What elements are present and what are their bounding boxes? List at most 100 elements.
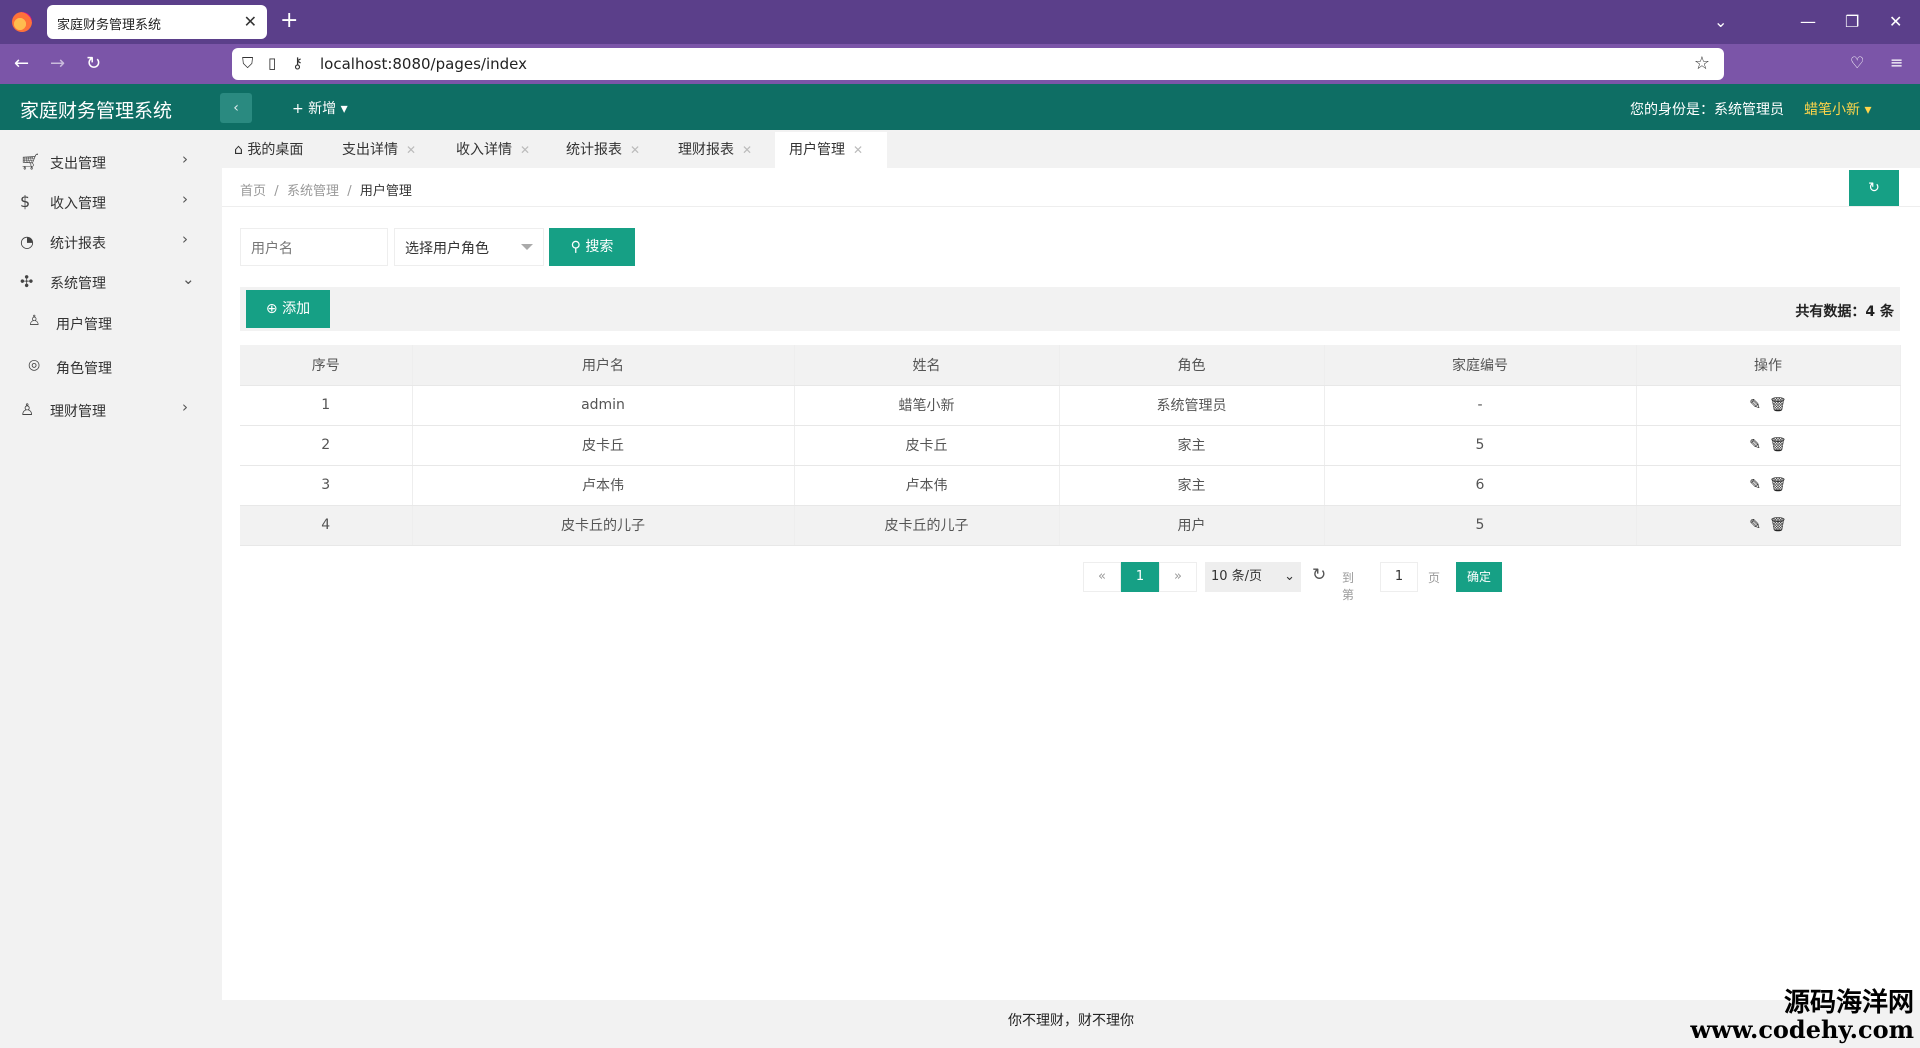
delete-icon[interactable]: 🗑︎	[1769, 437, 1787, 453]
table-cell: -	[1324, 385, 1637, 426]
minimize-icon[interactable]: —	[1800, 12, 1816, 31]
edit-icon[interactable]: ✎	[1749, 397, 1761, 413]
table-cell: 蜡笔小新	[794, 385, 1060, 426]
sidebar-item-income[interactable]: $ 收入管理 ›	[0, 182, 208, 220]
tab-expense-detail[interactable]: 支出详情 ✕	[342, 132, 416, 168]
tab-user-management[interactable]: 用户管理 ✕	[775, 132, 887, 168]
search-button-label: 搜索	[585, 239, 614, 255]
sidebar-item-system[interactable]: ✣ 系统管理 ⌄	[0, 262, 208, 300]
col-header[interactable]: 用户名	[412, 345, 795, 386]
col-header[interactable]: 姓名	[794, 345, 1060, 386]
delete-icon[interactable]: 🗑︎	[1769, 397, 1787, 413]
browser-tabbar: 家庭财务管理系统 ✕ + ⌄ — ❐ ✕	[0, 0, 1920, 44]
page-size-select[interactable]: 10 条/页 ⌄	[1205, 562, 1301, 592]
goto-page-input[interactable]: 1	[1380, 562, 1418, 592]
delete-icon[interactable]: 🗑︎	[1769, 517, 1787, 533]
back-icon[interactable]: ←	[14, 53, 29, 74]
url-text[interactable]: localhost:8080/pages/index	[320, 55, 527, 73]
user-table: 序号 用户名 姓名 角色 家庭编号 操作 1 admin 蜡笔小新 系统管理员 …	[240, 345, 1901, 546]
role-icon: ◎	[28, 357, 41, 373]
delete-icon[interactable]: 🗑︎	[1769, 477, 1787, 493]
role-select[interactable]: 选择用户角色	[394, 228, 544, 266]
key-icon[interactable]: ⚷	[292, 54, 303, 72]
tab-finance-report[interactable]: 理财报表 ✕	[678, 132, 752, 168]
user-menu[interactable]: 蜡笔小新 ▾	[1804, 99, 1871, 119]
close-icon[interactable]: ✕	[742, 143, 752, 157]
table-cell: 皮卡丘	[794, 425, 1060, 466]
reload-icon[interactable]: ↻	[86, 53, 101, 74]
divider	[222, 206, 1920, 207]
plus-circle-icon: ⊕	[265, 301, 278, 317]
shield-icon[interactable]: ⛉	[242, 54, 253, 72]
edit-icon[interactable]: ✎	[1749, 477, 1761, 493]
refresh-button[interactable]: ↻	[1849, 170, 1899, 206]
edit-icon[interactable]: ✎	[1749, 517, 1761, 533]
table-row[interactable]: 1 admin 蜡笔小新 系统管理员 - ✎ 🗑︎	[240, 385, 1901, 426]
close-icon[interactable]: ✕	[244, 12, 257, 31]
restore-icon[interactable]: ❐	[1845, 12, 1859, 31]
breadcrumb-current: 用户管理	[359, 184, 412, 199]
close-icon[interactable]: ✕	[520, 143, 530, 157]
chevron-right-icon: ›	[182, 398, 188, 416]
tab-report[interactable]: 统计报表 ✕	[566, 132, 640, 168]
search-button[interactable]: ⚲ 搜索	[549, 228, 635, 266]
add-button-label: 添加	[282, 301, 311, 317]
sidebar-item-label: 支出管理	[50, 156, 106, 172]
sidebar-item-finance[interactable]: ♙ 理财管理 ›	[0, 390, 208, 428]
chevron-down-icon[interactable]: ⌄	[1714, 12, 1727, 31]
tab-desktop[interactable]: ⌂ 我的桌面	[234, 132, 303, 168]
table-actions: ✎ 🗑︎	[1636, 385, 1901, 426]
close-icon[interactable]: ✕	[406, 143, 416, 157]
table-actions: ✎ 🗑︎	[1636, 505, 1901, 546]
menu-icon[interactable]: ≡	[1890, 53, 1903, 72]
table-cell: 4	[240, 505, 413, 546]
col-header[interactable]: 家庭编号	[1324, 345, 1637, 386]
sidebar-item-report[interactable]: ◔ 统计报表 ›	[0, 222, 208, 260]
breadcrumb-section[interactable]: 系统管理	[287, 184, 339, 199]
table-cell: 家主	[1059, 465, 1325, 506]
prev-page-button[interactable]: «	[1083, 562, 1121, 592]
table-cell: 用户	[1059, 505, 1325, 546]
table-row[interactable]: 2 皮卡丘 皮卡丘 家主 5 ✎ 🗑︎	[240, 425, 1901, 466]
collapse-sidebar-button[interactable]: ‹	[220, 93, 252, 123]
tab-label: 统计报表	[566, 142, 622, 158]
page-icon: ▯	[268, 54, 277, 72]
add-user-button[interactable]: ⊕ 添加	[246, 290, 330, 328]
new-tab-button[interactable]: +	[280, 8, 298, 33]
breadcrumb-home[interactable]: 首页	[240, 184, 266, 199]
col-header[interactable]: 角色	[1059, 345, 1325, 386]
goto-confirm-button[interactable]: 确定	[1456, 562, 1502, 592]
chevron-left-icon: ‹	[233, 100, 239, 116]
person-icon: ♙	[20, 400, 35, 419]
col-header[interactable]: 序号	[240, 345, 413, 386]
username-search-input[interactable]: 用户名	[240, 228, 388, 266]
table-cell: 6	[1324, 465, 1637, 506]
url-bar[interactable]: ⛉ ▯ ⚷ localhost:8080/pages/index ☆	[232, 48, 1724, 80]
forward-icon[interactable]: →	[50, 53, 65, 74]
page-size-value: 10 条/页	[1211, 569, 1263, 584]
pocket-icon[interactable]: ♡	[1850, 53, 1864, 72]
edit-icon[interactable]: ✎	[1749, 437, 1761, 453]
sidebar-item-label: 统计报表	[50, 236, 106, 252]
tab-income-detail[interactable]: 收入详情 ✕	[456, 132, 530, 168]
refresh-icon[interactable]: ↻	[1312, 565, 1326, 585]
table-row[interactable]: 4 皮卡丘的儿子 皮卡丘的儿子 用户 5 ✎ 🗑︎	[240, 505, 1901, 546]
table-toolbar: ⊕ 添加 共有数据：4 条	[240, 287, 1900, 331]
content-panel: 首页 / 系统管理 / 用户管理 ↻ 用户名 选择用户角色 ⚲ 搜索 ⊕ 添加 …	[222, 168, 1920, 1000]
table-cell: 卢本伟	[794, 465, 1060, 506]
page-1-button[interactable]: 1	[1121, 562, 1159, 592]
window-close-icon[interactable]: ✕	[1889, 12, 1902, 31]
close-icon[interactable]: ✕	[853, 143, 863, 157]
new-menu[interactable]: + 新增 ▾	[292, 98, 348, 118]
sidebar-item-users[interactable]: ♙ 用户管理	[0, 303, 208, 341]
col-header[interactable]: 操作	[1636, 345, 1901, 386]
apps-icon: ✣	[20, 272, 34, 291]
sidebar-item-expense[interactable]: 🛒︎ 支出管理 ›	[0, 142, 208, 180]
sidebar-item-roles[interactable]: ◎ 角色管理	[0, 347, 208, 385]
close-icon[interactable]: ✕	[630, 143, 640, 157]
tab-label: 支出详情	[342, 142, 398, 158]
next-page-button[interactable]: »	[1159, 562, 1197, 592]
browser-tab[interactable]: 家庭财务管理系统 ✕	[47, 5, 267, 39]
table-row[interactable]: 3 卢本伟 卢本伟 家主 6 ✎ 🗑︎	[240, 465, 1901, 506]
star-icon[interactable]: ☆	[1694, 53, 1710, 74]
